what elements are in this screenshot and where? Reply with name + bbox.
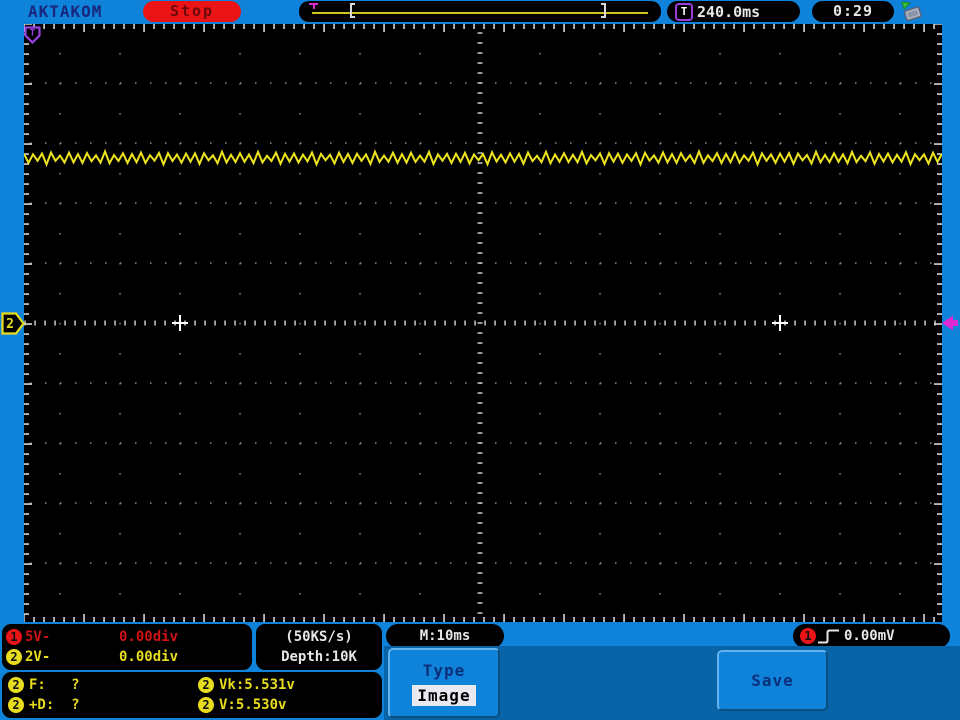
trigger-position-marker: T [24, 26, 41, 44]
save-button[interactable]: Save [717, 650, 828, 711]
clock-readout: 0:29 [812, 1, 894, 22]
ch1-status-row: 1 5V- 0.00div [6, 628, 244, 646]
type-button[interactable]: Type Image [388, 648, 500, 718]
ch1-scale: 5V- [25, 629, 51, 645]
trigger-position-bar [299, 1, 661, 22]
measure-ch-badge: 2 [8, 677, 24, 693]
trigger-t-icon: T [675, 2, 693, 21]
trigger-status-panel: 1 0.00mV [793, 624, 950, 648]
trigger-time-value: 240.0ms [697, 2, 761, 21]
ch2-waveform-trace [23, 148, 943, 168]
brand-logo: AKTAKOM [28, 2, 103, 21]
ch2-badge: 2 [6, 649, 22, 665]
measure-frequency-value: F: ? [29, 677, 80, 693]
window-right-bracket-icon [601, 3, 606, 18]
save-button-label: Save [751, 671, 794, 690]
ch1-badge: 1 [6, 629, 22, 645]
ch2-position-marker-label: 2 [6, 317, 14, 332]
measure-v: 2 V:5.530v [198, 697, 376, 713]
measure-v-value: V:5.530v [219, 697, 287, 713]
trigger-level-arrow [942, 315, 958, 331]
rising-edge-icon [818, 629, 839, 643]
measure-ch-badge: 2 [198, 697, 214, 713]
ch2-status-row: 2 2V- 0.00div [6, 648, 244, 666]
memory-window-line [312, 12, 648, 14]
trigger-position-marker-label: T [30, 29, 36, 39]
type-button-label: Type [422, 660, 466, 680]
soft-menu-panel: Type Image Save [384, 646, 960, 720]
measure-vk-value: Vk:5.531v [219, 677, 295, 693]
channel-status-panel: 1 5V- 0.00div 2 2V- 0.00div [2, 624, 252, 670]
ch2-position: 0.00div [119, 649, 179, 665]
acquisition-panel: (50KS/s) Depth:10K [256, 624, 382, 670]
trigger-time-readout: T 240.0ms [667, 1, 800, 22]
graticule [23, 23, 943, 622]
timebase-readout: M:10ms [386, 624, 504, 648]
memory-depth: Depth:10K [281, 649, 357, 666]
measure-duty-value: +D: ? [29, 697, 80, 713]
ch2-position-marker: 2 [1, 312, 25, 335]
type-selected-value: Image [412, 684, 476, 706]
window-left-bracket-icon [350, 3, 355, 18]
oscilloscope-screen: AKTAKOM Stop T 240.0ms 0:29 T 2 1 5V- 0.… [0, 0, 960, 720]
ch1-position: 0.00div [119, 629, 179, 645]
measure-frequency: 2 F: ? [8, 677, 198, 693]
measure-ch-badge: 2 [8, 697, 24, 713]
run-state-badge: Stop [143, 1, 241, 22]
trigger-level-value: 0.00mV [844, 628, 895, 644]
measurements-panel: 2 F: ? 2 Vk:5.531v 2 +D: ? 2 V:5.530v [2, 672, 382, 718]
usb-drive-icon [901, 1, 922, 22]
measure-duty: 2 +D: ? [8, 697, 198, 713]
trigger-source-badge: 1 [800, 628, 816, 644]
sample-rate: (50KS/s) [285, 628, 353, 645]
measure-ch-badge: 2 [198, 677, 214, 693]
trigger-position-t-icon [309, 3, 318, 9]
graticule-grid [23, 23, 943, 622]
ch2-scale: 2V- [25, 649, 51, 665]
measure-vk: 2 Vk:5.531v [198, 677, 376, 693]
